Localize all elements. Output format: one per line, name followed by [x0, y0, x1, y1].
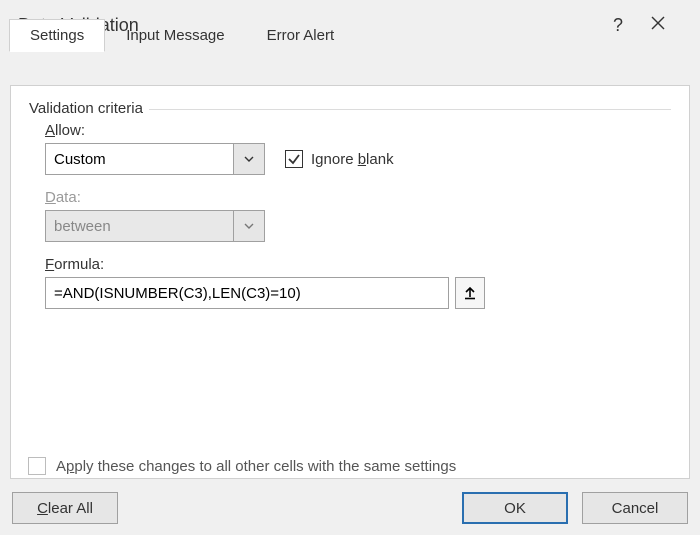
cancel-button[interactable]: Cancel: [582, 492, 688, 524]
formula-label: Formula:: [45, 256, 671, 273]
checkbox-box: [285, 150, 303, 168]
chevron-down-icon: [244, 223, 254, 229]
help-button[interactable]: ?: [602, 15, 634, 36]
ok-button[interactable]: OK: [462, 492, 568, 524]
clear-all-button[interactable]: Clear All: [12, 492, 118, 524]
ignore-blank-label: Ignore blank: [311, 151, 394, 168]
checkbox-box: [28, 457, 46, 475]
close-button[interactable]: [634, 16, 682, 35]
ignore-blank-checkbox[interactable]: Ignore blank: [285, 150, 394, 168]
formula-input[interactable]: [45, 277, 449, 309]
button-bar: Clear All OK Cancel: [0, 481, 700, 535]
apply-to-others-label: Apply these changes to all other cells w…: [56, 458, 456, 475]
data-label: Data:: [45, 189, 671, 206]
allow-label: Allow:: [45, 122, 671, 139]
allow-dropdown-button[interactable]: [233, 143, 265, 175]
settings-panel: Validation criteria Allow: I: [10, 85, 690, 479]
allow-select[interactable]: [45, 143, 265, 175]
apply-to-others-checkbox: Apply these changes to all other cells w…: [28, 457, 456, 475]
data-validation-dialog: Data Validation ? Settings Input Message…: [0, 0, 700, 535]
tab-settings[interactable]: Settings: [9, 19, 105, 52]
validation-criteria-label: Validation criteria: [29, 100, 149, 117]
checkmark-icon: [287, 152, 301, 166]
tab-input-message[interactable]: Input Message: [105, 19, 245, 51]
data-dropdown-button: [233, 210, 265, 242]
tab-error-alert[interactable]: Error Alert: [246, 19, 356, 51]
collapse-icon: [463, 286, 477, 300]
close-icon: [651, 16, 665, 30]
tab-strip: Settings Input Message Error Alert: [9, 19, 355, 51]
chevron-down-icon: [244, 156, 254, 162]
allow-select-input[interactable]: [45, 143, 233, 175]
collapse-dialog-button[interactable]: [455, 277, 485, 309]
data-select: [45, 210, 265, 242]
data-select-input: [45, 210, 233, 242]
